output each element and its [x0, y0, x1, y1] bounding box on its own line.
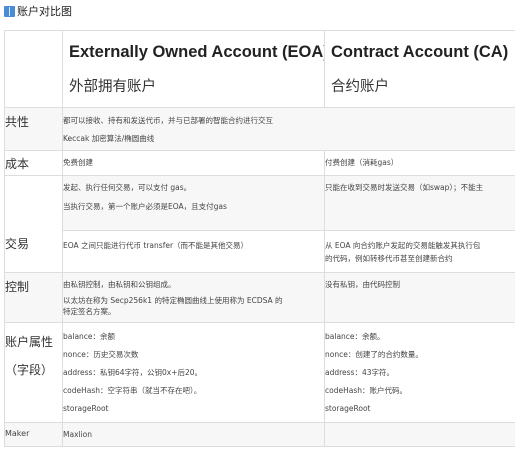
header-eoa-cell: Externally Owned Account (EOA) 外部拥有账户: [62, 30, 325, 108]
header-corner-cell: [4, 30, 63, 108]
page: 账户对比图 Externally Owned Account (EOA) 外部拥…: [0, 0, 515, 471]
trade-row-2: EOA 之间只能进行代币 transfer（而不能是其他交易） 从 EOA 向合…: [5, 230, 515, 273]
trade-eoa-line: 发起、执行任何交易，可以支付 gas。: [63, 183, 192, 192]
heading-text: 账户对比图: [17, 5, 72, 18]
props-ca-line: balance：余额。: [325, 332, 385, 341]
trade-eoa-cell-2: EOA 之间只能进行代币 transfer（而不能是其他交易）: [62, 230, 325, 273]
header-ca-cell: Contract Account (CA) 合约账户: [324, 30, 515, 108]
header-row: Externally Owned Account (EOA) 外部拥有账户 Co…: [4, 30, 515, 108]
trade-row-1: 交易 发起、执行任何交易，可以支付 gas。 当执行交易，第一个账户必须是EOA…: [4, 175, 515, 273]
props-label-1: 账户属性: [5, 335, 54, 349]
props-ca-line: address：43字符。: [325, 368, 395, 377]
common-row: 共性 都可以接收、持有和发送代币，并与已部署的智能合约进行交互 Keccak 加…: [4, 107, 515, 151]
maker-empty-cell: [324, 422, 515, 447]
control-eoa-line: 特定签名方案。: [63, 307, 116, 316]
ca-english-title: Contract Account (CA): [331, 43, 509, 61]
common-line: 都可以接收、持有和发送代币，并与已部署的智能合约进行交互: [63, 116, 274, 125]
props-eoa-line: address：私钥64字符，公钥0x+后20。: [63, 368, 203, 377]
control-eoa-cell: 由私钥控制，由私钥和公钥组成。 以太坊在称为 Secp256k1 的特定椭圆曲线…: [62, 272, 325, 323]
common-label: 共性: [4, 107, 63, 151]
control-ca-cell: 没有私钥，由代码控制: [324, 272, 515, 323]
props-eoa-line: storageRoot: [63, 404, 109, 413]
cost-row: 成本 免费创建 付费创建（消耗gas）: [4, 150, 515, 176]
control-row: 控制 由私钥控制，由私钥和公钥组成。 以太坊在称为 Secp256k1 的特定椭…: [4, 272, 515, 323]
maker-label: Maker: [4, 422, 63, 447]
cost-label: 成本: [4, 150, 63, 176]
common-line: Keccak 加密算法/椭圆曲线: [63, 134, 155, 143]
trade-ca-line: 从 EOA 向合约账户发起的交易能触发其执行包: [325, 241, 481, 250]
props-eoa-cell: balance：余额 nonce：历史交易次数 address：私钥64字符，公…: [62, 322, 325, 423]
trade-ca-line: 的代码，例如转移代币甚至创建新合约: [325, 254, 453, 263]
props-ca-cell: balance：余额。 nonce：创建了的合约数量。 address：43字符…: [324, 322, 515, 423]
control-ca-line: 没有私钥，由代码控制: [325, 280, 401, 289]
props-ca-line: codeHash：账户代码。: [325, 386, 407, 395]
props-label-cell: 账户属性 （字段）: [4, 322, 63, 423]
ca-chinese-title: 合约账户: [331, 79, 389, 95]
props-label-2: （字段）: [5, 363, 54, 377]
comparison-table: Externally Owned Account (EOA) 外部拥有账户 Co…: [4, 30, 515, 447]
props-row: 账户属性 （字段） balance：余额 nonce：历史交易次数 addres…: [4, 322, 515, 423]
trade-ca-line: 只能在收到交易时发送交易（如swap）；不能主: [325, 183, 484, 192]
eoa-chinese-title: 外部拥有账户: [69, 79, 156, 95]
control-eoa-line: 由私钥控制，由私钥和公钥组成。: [63, 280, 176, 289]
trade-ca-cell-1: 只能在收到交易时发送交易（如swap）；不能主: [324, 175, 515, 231]
control-eoa-line: 以太坊在称为 Secp256k1 的特定椭圆曲线上使用称为 ECDSA 的: [63, 296, 283, 305]
props-eoa-line: balance：余额: [63, 332, 116, 341]
props-ca-line: storageRoot: [325, 404, 371, 413]
props-eoa-line: nonce：历史交易次数: [63, 350, 139, 359]
trade-label: 交易: [4, 175, 63, 273]
common-cell: 都可以接收、持有和发送代币，并与已部署的智能合约进行交互 Keccak 加密算法…: [62, 107, 515, 151]
maker-value: Maxlion: [62, 422, 325, 447]
cost-ca-cell: 付费创建（消耗gas）: [324, 150, 515, 176]
trade-eoa-cell-1: 发起、执行任何交易，可以支付 gas。 当执行交易，第一个账户必须是EOA，且支…: [62, 175, 325, 231]
maker-row: Maker Maxlion: [4, 422, 515, 447]
control-label: 控制: [4, 272, 63, 323]
book-icon: [4, 5, 15, 17]
props-ca-line: nonce：创建了的合约数量。: [325, 350, 423, 359]
trade-eoa-line: 当执行交易，第一个账户必须是EOA，且支付gas: [63, 202, 227, 211]
heading: 账户对比图: [4, 3, 72, 19]
cost-eoa-cell: 免费创建: [62, 150, 325, 176]
trade-ca-cell-2: 从 EOA 向合约账户发起的交易能触发其执行包 的代码，例如转移代币甚至创建新合…: [324, 230, 515, 273]
trade-eoa-line: EOA 之间只能进行代币 transfer（而不能是其他交易）: [63, 241, 249, 250]
props-eoa-line: codeHash：空字符串（就当不存在吧）。: [63, 386, 202, 395]
eoa-english-title: Externally Owned Account (EOA): [69, 43, 324, 61]
